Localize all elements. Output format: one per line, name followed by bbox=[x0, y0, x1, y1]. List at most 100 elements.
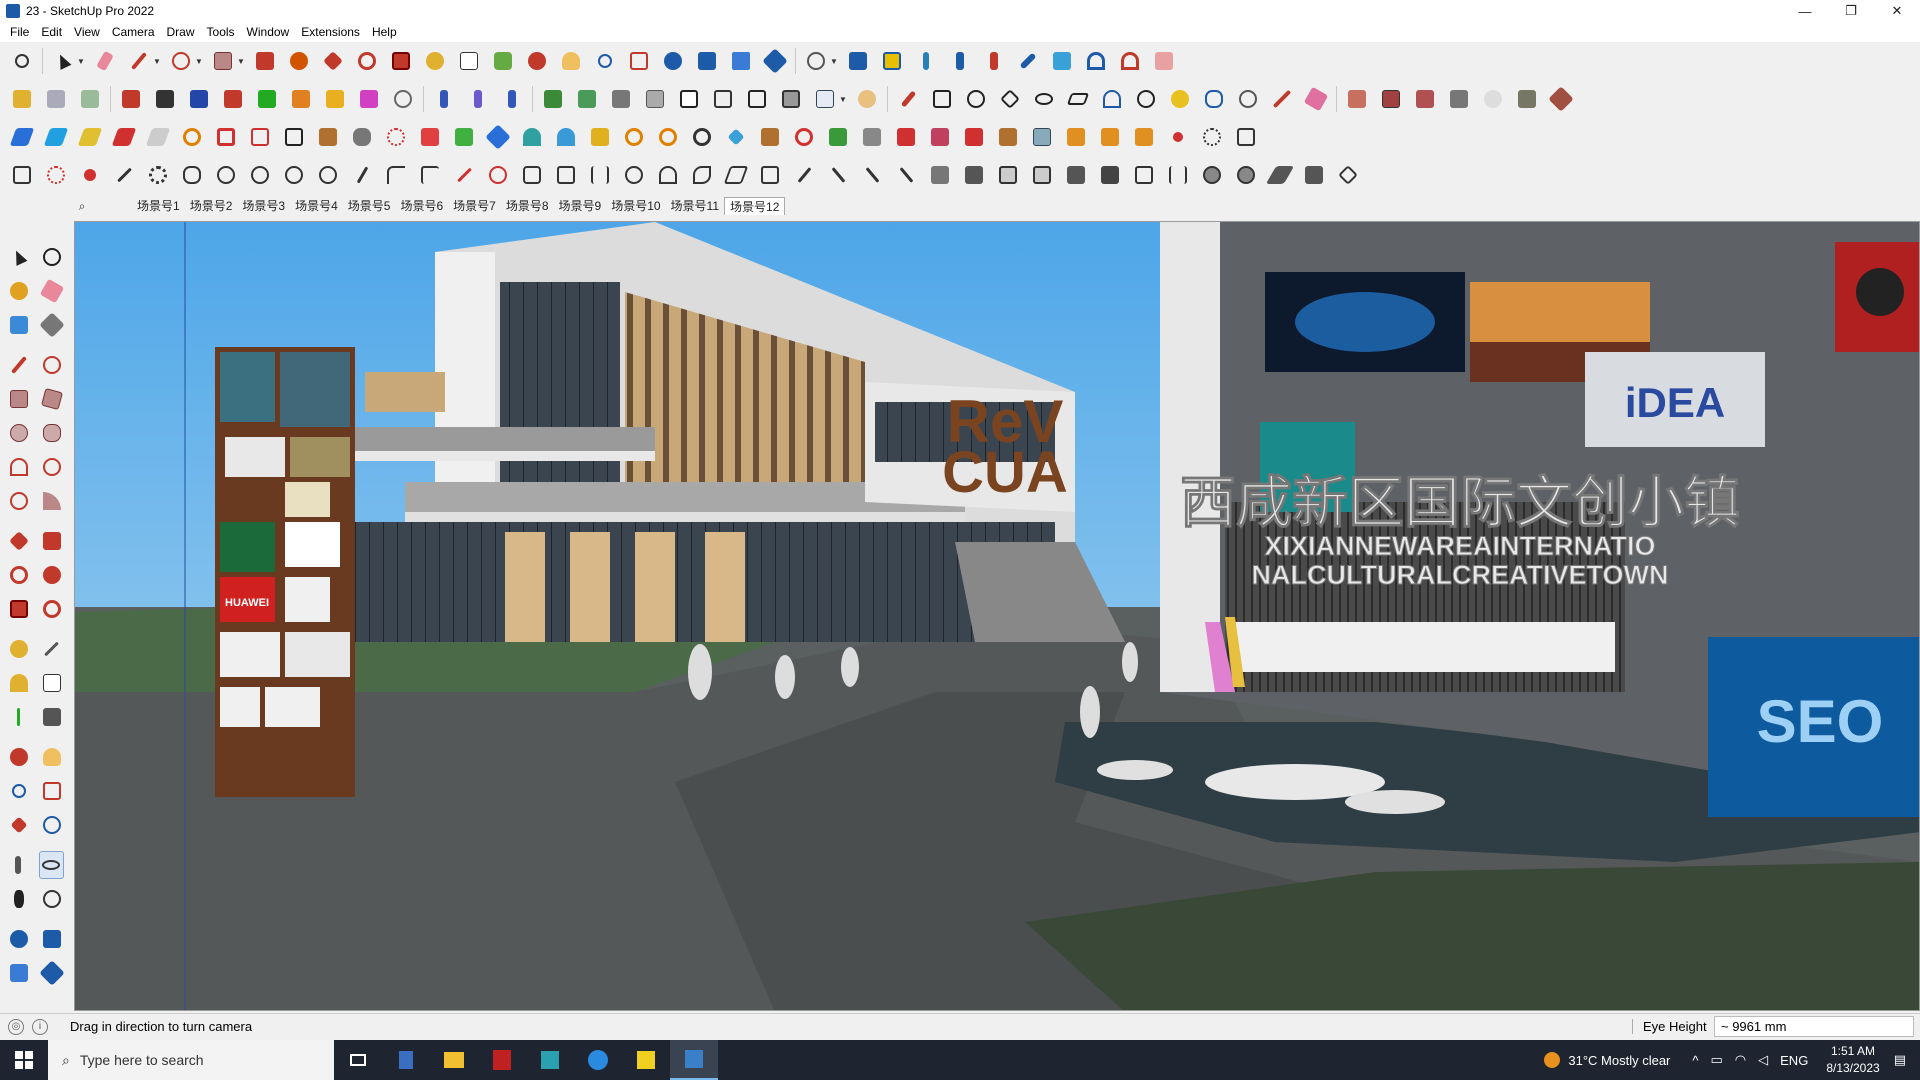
language-indicator[interactable]: ENG bbox=[1780, 1053, 1808, 1068]
red-line-icon[interactable] bbox=[450, 161, 478, 189]
offset-icon[interactable] bbox=[178, 123, 206, 151]
scale-tool-icon[interactable] bbox=[1014, 47, 1042, 75]
face-red-icon[interactable] bbox=[110, 123, 138, 151]
scale-icon[interactable] bbox=[387, 47, 415, 75]
look-around-icon[interactable] bbox=[38, 851, 64, 879]
select-arrow-icon[interactable] bbox=[6, 243, 31, 271]
red-curve-icon[interactable] bbox=[484, 161, 512, 189]
menu-camera[interactable]: Camera bbox=[106, 25, 161, 39]
ribs-icon[interactable] bbox=[620, 161, 648, 189]
pan-icon[interactable] bbox=[557, 47, 585, 75]
account-icon[interactable] bbox=[802, 47, 830, 75]
tree-icon[interactable] bbox=[552, 123, 580, 151]
menu-window[interactable]: Window bbox=[241, 25, 296, 39]
clock[interactable]: 1:51 AM 8/13/2023 bbox=[1826, 1043, 1879, 1077]
section-plane-icon[interactable] bbox=[844, 47, 872, 75]
rectangle-icon[interactable] bbox=[6, 385, 31, 413]
frame-icon[interactable] bbox=[212, 123, 240, 151]
camera-tray-icon[interactable]: ▭ bbox=[1711, 1052, 1723, 1068]
tab-scene-5[interactable]: 场景号5 bbox=[343, 197, 396, 215]
freehand-icon[interactable] bbox=[39, 351, 64, 379]
wifi-icon[interactable]: ◠ bbox=[1735, 1052, 1746, 1068]
ramp-icon[interactable] bbox=[1265, 161, 1295, 189]
select-arrow-icon[interactable] bbox=[49, 47, 77, 75]
chevron-down-icon[interactable]: ▼ bbox=[237, 47, 247, 75]
menu-view[interactable]: View bbox=[68, 25, 106, 39]
paint-bucket-icon[interactable] bbox=[489, 47, 517, 75]
slash-icon[interactable] bbox=[790, 161, 818, 189]
wall-split-icon[interactable] bbox=[498, 85, 526, 113]
shape-blob-icon[interactable] bbox=[1200, 85, 1228, 113]
window-icon[interactable] bbox=[709, 85, 737, 113]
shape-rect-icon[interactable] bbox=[928, 85, 956, 113]
layers-icon[interactable] bbox=[6, 959, 31, 987]
house-icon[interactable] bbox=[675, 85, 703, 113]
move-icon[interactable] bbox=[319, 47, 347, 75]
axes-icon[interactable] bbox=[6, 703, 31, 731]
wall-edit-icon[interactable] bbox=[464, 85, 492, 113]
block-icon[interactable] bbox=[926, 161, 954, 189]
task-view-icon[interactable] bbox=[334, 1040, 382, 1080]
extrude-icon[interactable] bbox=[151, 85, 179, 113]
pie-icon[interactable] bbox=[39, 487, 64, 515]
flag-icon[interactable] bbox=[280, 123, 308, 151]
panel-icon[interactable] bbox=[994, 161, 1022, 189]
tab-scene-3[interactable]: 场景号3 bbox=[237, 197, 290, 215]
pan-icon[interactable] bbox=[39, 743, 64, 771]
modeling-viewport[interactable]: ReV CUA iDEA 西咸新区国际文创小镇 XIXIANNEWAREAINT… bbox=[74, 221, 1920, 1011]
previous-view-icon[interactable] bbox=[39, 811, 64, 839]
tab-scene-10[interactable]: 场景号10 bbox=[606, 197, 665, 215]
leaf-icon[interactable] bbox=[688, 161, 716, 189]
text-icon[interactable] bbox=[455, 47, 483, 75]
two-point-arc-icon[interactable] bbox=[39, 453, 64, 481]
volume-icon[interactable]: ◁ bbox=[1758, 1052, 1768, 1068]
chevron-down-icon[interactable]: ▼ bbox=[830, 47, 840, 75]
move-icon[interactable] bbox=[6, 527, 31, 555]
protractor-icon[interactable] bbox=[6, 669, 31, 697]
line-icon[interactable] bbox=[6, 351, 31, 379]
arc-icon[interactable] bbox=[6, 453, 31, 481]
axis-down-icon[interactable] bbox=[980, 47, 1008, 75]
extrude-yellow-icon[interactable] bbox=[321, 85, 349, 113]
undo-icon[interactable] bbox=[1082, 47, 1110, 75]
push-pull-icon[interactable] bbox=[39, 527, 64, 555]
circle-icon[interactable] bbox=[6, 419, 31, 447]
twist-icon[interactable] bbox=[212, 161, 240, 189]
tab-scene-7[interactable]: 场景号7 bbox=[448, 197, 501, 215]
text-icon[interactable] bbox=[39, 669, 64, 697]
follow-me-icon[interactable] bbox=[39, 561, 64, 589]
hand-icon[interactable] bbox=[853, 85, 881, 113]
stairs-icon[interactable] bbox=[756, 161, 784, 189]
weather-text[interactable]: 31°C Mostly clear bbox=[1568, 1053, 1670, 1068]
line-tool-icon[interactable] bbox=[348, 161, 376, 189]
dimension-icon[interactable] bbox=[39, 635, 64, 663]
curve-icon[interactable] bbox=[389, 85, 417, 113]
menu-file[interactable]: File bbox=[4, 25, 35, 39]
shape-lock-icon[interactable] bbox=[1166, 85, 1194, 113]
tab-scene-8[interactable]: 场景号8 bbox=[501, 197, 554, 215]
orbit-icon[interactable] bbox=[6, 743, 31, 771]
cabinet-icon[interactable] bbox=[777, 85, 805, 113]
3d-warehouse-icon[interactable] bbox=[659, 47, 687, 75]
info-icon[interactable]: i bbox=[32, 1018, 48, 1035]
share-model-icon[interactable] bbox=[39, 925, 64, 953]
extension-warehouse-icon[interactable] bbox=[761, 47, 789, 75]
extension-warehouse-icon[interactable] bbox=[38, 959, 65, 987]
extrude-edges-icon[interactable] bbox=[219, 85, 247, 113]
zoom-window-icon[interactable] bbox=[625, 47, 653, 75]
component-icon[interactable] bbox=[8, 85, 36, 113]
rotate-icon[interactable] bbox=[6, 561, 31, 589]
rectangle-icon[interactable] bbox=[209, 47, 237, 75]
face-gray-icon[interactable] bbox=[144, 123, 172, 151]
branch-2-icon[interactable] bbox=[858, 161, 886, 189]
sandbox-icon[interactable] bbox=[117, 85, 145, 113]
marker-icon[interactable] bbox=[894, 85, 922, 113]
grid-select-icon[interactable] bbox=[1232, 123, 1260, 151]
panel-2-icon[interactable] bbox=[1028, 161, 1056, 189]
zoom-window-icon[interactable] bbox=[39, 777, 64, 805]
shell-dome-icon[interactable] bbox=[654, 161, 682, 189]
menu-tools[interactable]: Tools bbox=[201, 25, 241, 39]
curve-points-icon[interactable] bbox=[42, 161, 70, 189]
cross-blue-icon[interactable] bbox=[484, 123, 512, 151]
dots-circle-icon[interactable] bbox=[1198, 123, 1226, 151]
